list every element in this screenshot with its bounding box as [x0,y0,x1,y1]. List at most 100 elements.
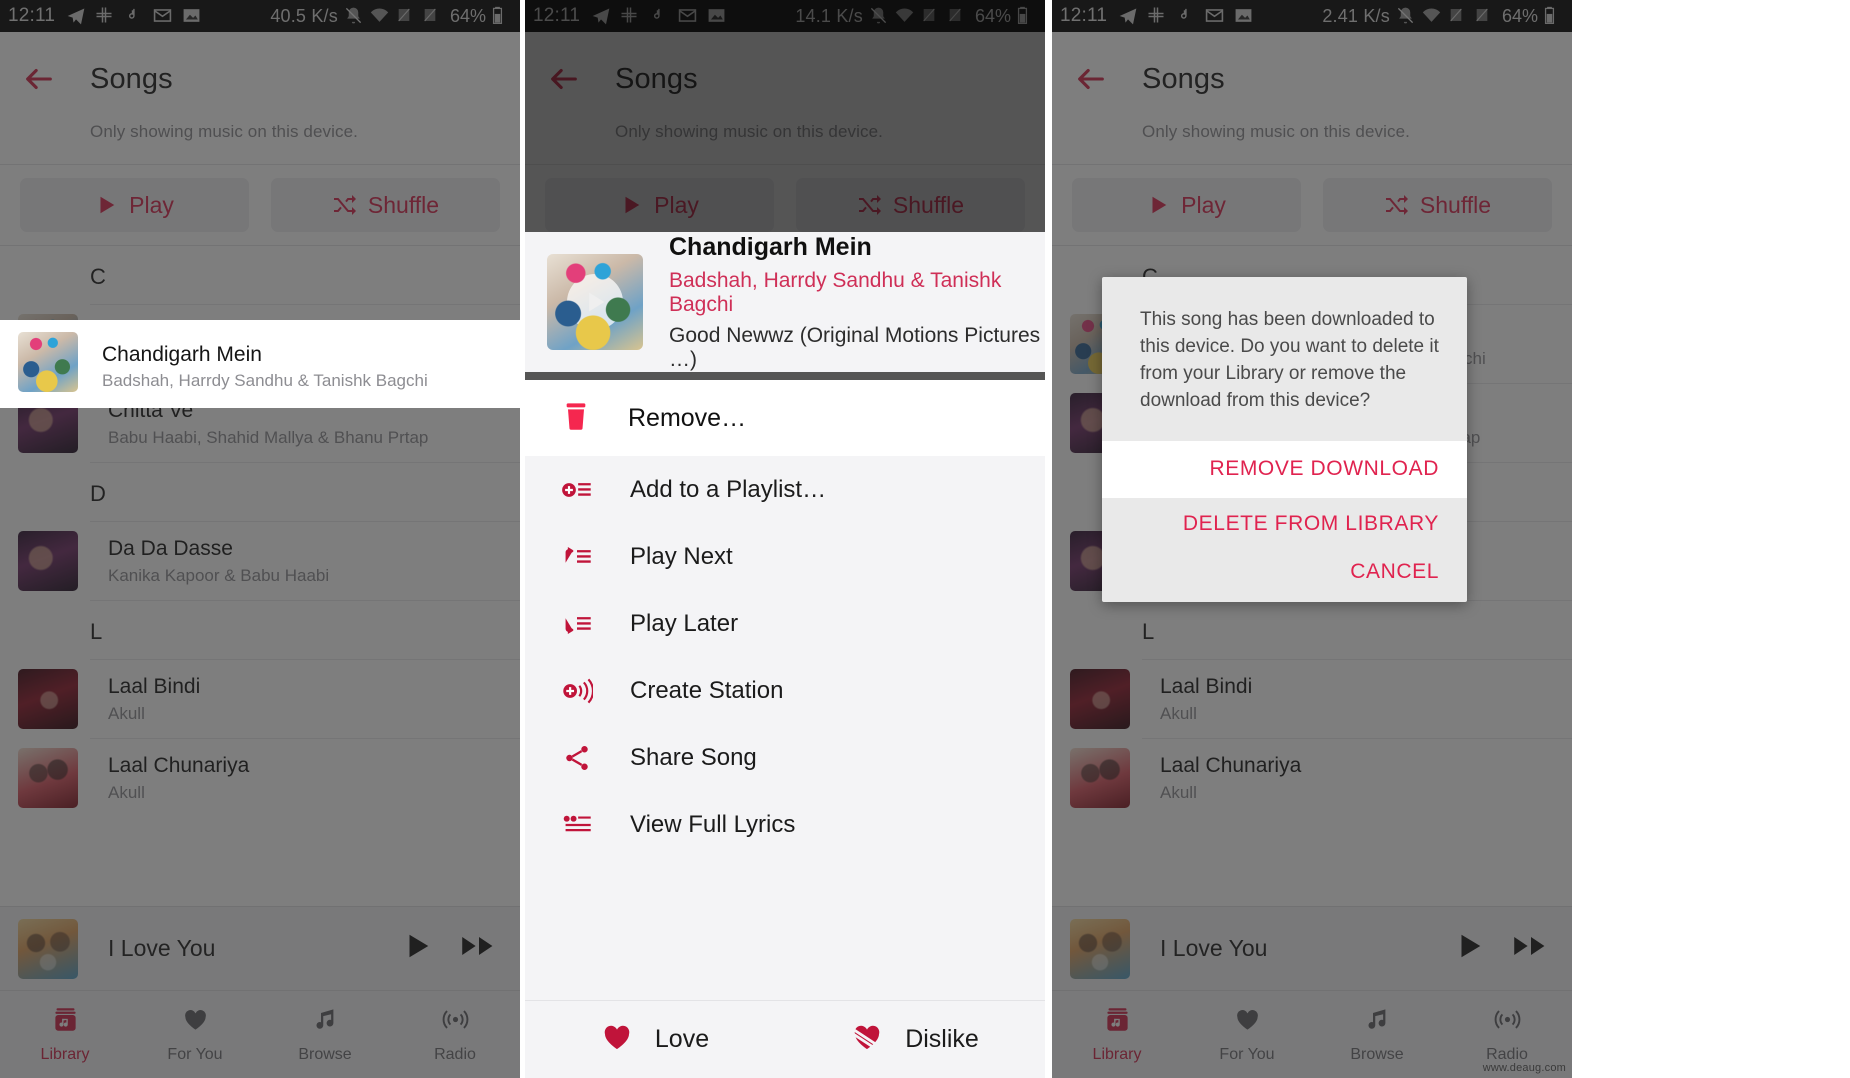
nav-item-for-you[interactable]: For You [130,991,260,1078]
mini-play-icon[interactable] [402,931,432,966]
music-note-status-icon [124,6,144,26]
play-button[interactable]: Play [20,178,249,232]
sim1-off-icon [921,6,941,26]
back-arrow-icon[interactable] [22,62,56,96]
nav-item-radio[interactable]: Radio [390,991,520,1078]
app-body-1: Songs Only showing music on this device.… [0,32,520,1078]
mini-player-art [1070,918,1130,979]
status-time: 12:11 [533,5,581,26]
create-station-icon [560,674,594,708]
context-menu-sheet: Chandigarh Mein Badshah, Harrdy Sandhu &… [525,32,1045,1078]
page-subtitle: Only showing music on this device. [1142,122,1410,141]
gmail-icon [1205,6,1225,26]
telegram-icon [1118,6,1138,26]
shuffle-button[interactable]: Shuffle [1323,178,1552,232]
context-menu-item-view-full-lyrics[interactable]: View Full Lyrics [525,791,1045,858]
shuffle-icon [332,193,356,217]
shuffle-icon [1384,193,1408,217]
section-header-c: C [90,264,106,289]
song-title: Da Da Dasse [108,537,233,561]
love-button[interactable]: Love [525,1021,785,1058]
heart-filled-icon [601,1021,633,1058]
context-menu-item-share-song[interactable]: Share Song [525,724,1045,791]
love-label: Love [654,1025,710,1053]
mini-player-3[interactable]: I Love You [1052,906,1572,990]
play-button[interactable]: Play [1072,178,1301,232]
music-note-status-icon [649,6,669,26]
song-row-laal-bindi[interactable]: Laal Bindi Akull [1052,660,1572,738]
wifi-icon [895,6,915,26]
shuffle-button[interactable]: Shuffle [271,178,500,232]
mini-player-1[interactable]: I Love You [0,906,520,990]
battery-icon [1544,6,1564,26]
heart-icon [1234,1006,1261,1038]
cancel-button[interactable]: CANCEL [1102,550,1467,602]
bell-muted-icon [869,6,889,26]
page-title: Songs [90,62,173,95]
sim2-off-icon [947,6,967,26]
battery-percent: 64% [449,5,486,26]
wifi-icon [370,6,390,26]
status-right-cluster: 40.5 K/s 64% [270,6,512,27]
context-menu-item-play-next[interactable]: Play Next [525,523,1045,590]
context-menu-item-create-station[interactable]: Create Station [525,657,1045,724]
status-right-cluster: 2.41 K/s 64% [1322,6,1564,27]
music-note-status-icon [1176,6,1196,26]
remove-label: Remove… [628,403,747,432]
remove-download-button[interactable]: REMOVE DOWNLOAD [1102,440,1467,498]
mini-play-icon[interactable] [1454,931,1484,966]
song-row-laal-bindi[interactable]: Laal Bindi Akull [0,660,520,738]
gmail-icon [678,6,698,26]
wifi-icon [1422,6,1442,26]
button-label: DELETE FROM LIBRARY [1182,511,1439,535]
mini-player-title: I Love You [1160,935,1268,961]
status-bar-3: 12:11 2.41 K/s 64% [1052,0,1572,32]
section-header-l: L [90,619,103,644]
song-artist: Akull [1160,782,1197,802]
menu-item-label: Play Later [630,609,739,637]
song-artist: Akull [108,703,145,723]
nav-label: Browse [1350,1045,1404,1063]
context-song-artist: Badshah, Harrdy Sandhu & Tanishk Bagchi [669,268,1002,316]
sim2-off-icon [422,6,442,26]
add-to-playlist-icon [560,473,594,507]
delete-from-library-button[interactable]: DELETE FROM LIBRARY [1102,498,1467,550]
bottom-nav-1: Library For You Browse Radio [0,990,520,1078]
context-menu-song-header: Chandigarh Mein Badshah, Harrdy Sandhu &… [525,232,1045,372]
nav-label: For You [167,1045,223,1063]
song-row-laal-chunariya[interactable]: Laal Chunariya Akull [1052,739,1572,817]
network-speed: 2.41 K/s [1322,5,1390,26]
song-artist: Akull [108,782,145,802]
context-menu-item-remove[interactable]: Remove… [525,380,1045,456]
menu-item-label: Create Station [630,676,784,704]
music-note-icon [312,1006,339,1038]
nav-item-library[interactable]: Library [0,991,130,1078]
telegram-icon [591,6,611,26]
song-row-da-da-dasse[interactable]: Da Da Dasse Kanika Kapoor & Babu Haabi [0,522,520,600]
play-overlay-icon[interactable] [567,274,623,330]
song-row-laal-chunariya[interactable]: Laal Chunariya Akull [0,739,520,817]
context-menu-item-add-to-playlist[interactable]: Add to a Playlist… [525,456,1045,523]
telegram-icon [66,6,86,26]
highlighted-song-meta: Chandigarh Mein Badshah, Harrdy Sandhu &… [102,342,428,391]
album-art [18,531,78,591]
dislike-button[interactable]: Dislike [785,1021,1045,1058]
mini-next-icon[interactable] [460,931,498,966]
mini-next-icon[interactable] [1512,931,1550,966]
gallery-icon [1234,6,1254,26]
back-arrow-icon[interactable] [1074,62,1108,96]
song-title: Laal Chunariya [108,754,250,778]
status-time: 12:11 [8,5,56,26]
radio-waves-icon [442,1006,469,1038]
status-notification-icons [66,6,202,26]
context-menu-item-play-later[interactable]: Play Later [525,590,1045,657]
bell-muted-icon [1396,6,1416,26]
gallery-icon [707,6,727,26]
nav-item-library[interactable]: Library [1052,991,1182,1078]
play-later-icon [560,607,594,641]
nav-item-browse[interactable]: Browse [1312,991,1442,1078]
song-title: Laal Chunariya [1160,754,1302,778]
nav-item-browse[interactable]: Browse [260,991,390,1078]
mini-player-title: I Love You [108,935,216,961]
nav-item-for-you[interactable]: For You [1182,991,1312,1078]
